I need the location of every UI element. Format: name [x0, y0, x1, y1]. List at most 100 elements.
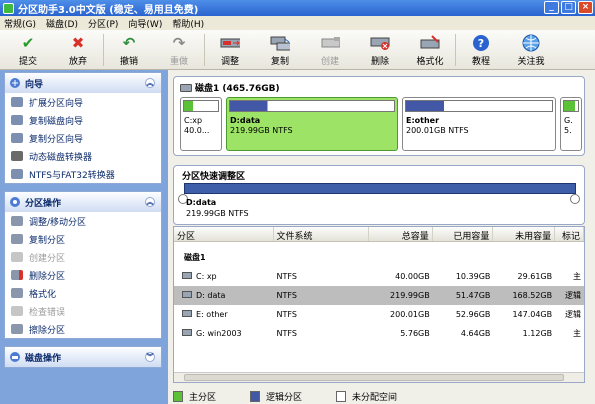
col-free[interactable]: 未用容量	[493, 227, 556, 242]
col-partition[interactable]: 分区	[174, 227, 274, 242]
toolbar: ✔ 提交 ✖ 放弃 ↶ 撤销 ↷ 重做 调整 复制 创建 删除 格式化 ? 教程	[0, 30, 595, 70]
disk-ops-panel: 磁盘操作 ︾	[4, 346, 162, 368]
follow-me-button[interactable]: 关注我	[506, 30, 556, 70]
menu-help[interactable]: 帮助(H)	[172, 17, 204, 30]
menu-partition[interactable]: 分区(P)	[88, 17, 118, 30]
menu-bar: 常规(G) 磁盘(D) 分区(P) 向导(W) 帮助(H)	[0, 16, 595, 30]
op-check-errors[interactable]: 检查错误	[5, 302, 161, 320]
table-row[interactable]: D: data NTFS 219.99GB 51.47GB 168.52GB 逻…	[174, 286, 584, 305]
partition-block[interactable]: D:data 219.99GB NTFS	[226, 97, 398, 151]
sidebar: 向导 ︽ 扩展分区向导 复制磁盘向导 复制分区向导 动态磁盘转换器 NTFS与F…	[0, 70, 168, 404]
discard-button[interactable]: ✖ 放弃	[53, 30, 103, 70]
wipe-icon	[11, 324, 23, 334]
disk-ops-icon	[9, 351, 21, 363]
op-wipe-partition[interactable]: 擦除分区	[5, 320, 161, 338]
table-header: 分区 文件系统 总容量 已用容量 未用容量 标记	[174, 227, 584, 242]
partition-icon	[182, 291, 192, 298]
partition-usage-bar	[229, 100, 395, 112]
delete-disk-icon	[370, 34, 390, 52]
convert-icon	[11, 169, 23, 179]
resize-icon	[220, 34, 240, 52]
check-errors-icon	[11, 306, 23, 316]
copy-button[interactable]: 复制	[255, 30, 305, 70]
op-resize-move[interactable]: 调整/移动分区	[5, 212, 161, 230]
partition-block[interactable]: G. 5.	[560, 97, 582, 151]
create-icon	[11, 252, 23, 262]
partition-icon	[182, 329, 192, 336]
wizard-item-copy-disk[interactable]: 复制磁盘向导	[5, 111, 161, 129]
app-logo-icon	[3, 2, 14, 14]
table-row[interactable]: C: xp NTFS 40.00GB 10.39GB 29.61GB 主	[174, 267, 584, 286]
redo-icon: ↷	[172, 33, 186, 52]
op-copy-partition[interactable]: 复制分区	[5, 230, 161, 248]
redo-button[interactable]: ↷ 重做	[154, 30, 204, 70]
partition-usage-bar	[183, 100, 219, 112]
wizard-item-dynamic-disk[interactable]: 动态磁盘转换器	[5, 147, 161, 165]
window-controls: _ □ ×	[544, 1, 593, 14]
undo-icon: ↶	[122, 33, 136, 52]
col-used[interactable]: 已用容量	[433, 227, 494, 242]
apply-button[interactable]: ✔ 提交	[3, 30, 53, 70]
copy-partition-icon	[11, 133, 23, 143]
legend-primary: 主分区	[173, 390, 216, 403]
partition-ops-panel: 分区操作 ︽ 调整/移动分区 复制分区 创建分区 删除分区 格式化 检查错误 擦…	[4, 191, 162, 339]
logical-swatch	[250, 390, 261, 402]
title-bar: 分区助手3.0中文版 (稳定、易用且免费) _ □ ×	[0, 0, 595, 16]
partition-usage-bar	[563, 100, 579, 112]
menu-disk[interactable]: 磁盘(D)	[46, 17, 78, 30]
wizard-item-ntfs-fat32[interactable]: NTFS与FAT32转换器	[5, 165, 161, 183]
wizard-panel-header[interactable]: 向导 ︽	[5, 73, 161, 93]
table-row[interactable]: G: win2003 NTFS 5.76GB 4.64GB 1.12GB 主	[174, 324, 584, 343]
expand-icon[interactable]: ︾	[145, 352, 155, 362]
menu-general[interactable]: 常规(G)	[4, 17, 36, 30]
copy-disk-icon	[270, 34, 290, 52]
help-icon: ?	[471, 34, 491, 52]
partition-block[interactable]: E:other 200.01GB NTFS	[402, 97, 556, 151]
quick-adjust-bar[interactable]	[184, 183, 576, 194]
window-title: 分区助手3.0中文版 (稳定、易用且免费)	[18, 4, 199, 16]
col-filesystem[interactable]: 文件系统	[274, 227, 370, 242]
legend-logical: 逻辑分区	[250, 390, 302, 403]
delete-icon	[11, 270, 23, 280]
op-create-partition[interactable]: 创建分区	[5, 248, 161, 266]
primary-swatch	[173, 390, 183, 402]
right-handle[interactable]	[570, 194, 580, 204]
table-row[interactable]: E: other NTFS 200.01GB 52.96GB 147.04GB …	[174, 305, 584, 324]
resize-button[interactable]: 调整	[205, 30, 255, 70]
delete-button[interactable]: 删除	[355, 30, 405, 70]
partition-usage-bar	[405, 100, 553, 112]
wizard-item-extend[interactable]: 扩展分区向导	[5, 93, 161, 111]
dynamic-disk-icon	[11, 151, 23, 161]
disk-ops-header[interactable]: 磁盘操作 ︾	[5, 347, 161, 367]
create-button[interactable]: 创建	[305, 30, 355, 70]
close-button[interactable]: ×	[578, 1, 593, 14]
format-button[interactable]: 格式化	[405, 30, 455, 70]
legend: 主分区 逻辑分区 未分配空间	[173, 388, 585, 404]
collapse-icon[interactable]: ︽	[145, 78, 155, 88]
wizard-item-copy-partition[interactable]: 复制分区向导	[5, 129, 161, 147]
col-capacity[interactable]: 总容量	[369, 227, 433, 242]
undo-button[interactable]: ↶ 撤销	[104, 30, 154, 70]
partition-ops-icon	[9, 196, 21, 208]
quick-adjust-panel: 分区快速调整区 D:data 219.99GB NTFS	[173, 165, 585, 225]
partition-ops-header[interactable]: 分区操作 ︽	[5, 192, 161, 212]
partition-block[interactable]: C:xp 40.0...	[180, 97, 222, 151]
main-area: 磁盘1 (465.76GB) C:xp 40.0... D:data 219.9…	[168, 70, 595, 404]
op-format[interactable]: 格式化	[5, 284, 161, 302]
op-delete-partition[interactable]: 删除分区	[5, 266, 161, 284]
menu-wizard[interactable]: 向导(W)	[128, 17, 162, 30]
tutorial-button[interactable]: ? 教程	[456, 30, 506, 70]
quick-adjust-info: D:data 219.99GB NTFS	[186, 198, 249, 218]
partition-icon	[182, 272, 192, 279]
disk-icon	[180, 83, 192, 92]
col-flag[interactable]: 标记	[555, 227, 584, 242]
copy-icon	[11, 234, 23, 244]
collapse-icon[interactable]: ︽	[145, 197, 155, 207]
minimize-button[interactable]: _	[544, 1, 559, 14]
svg-text:?: ?	[478, 37, 484, 50]
create-disk-icon	[320, 34, 340, 52]
check-icon: ✔	[21, 33, 35, 52]
scroll-thumb[interactable]	[184, 374, 564, 381]
maximize-button[interactable]: □	[561, 1, 576, 14]
horizontal-scrollbar[interactable]	[174, 372, 584, 382]
